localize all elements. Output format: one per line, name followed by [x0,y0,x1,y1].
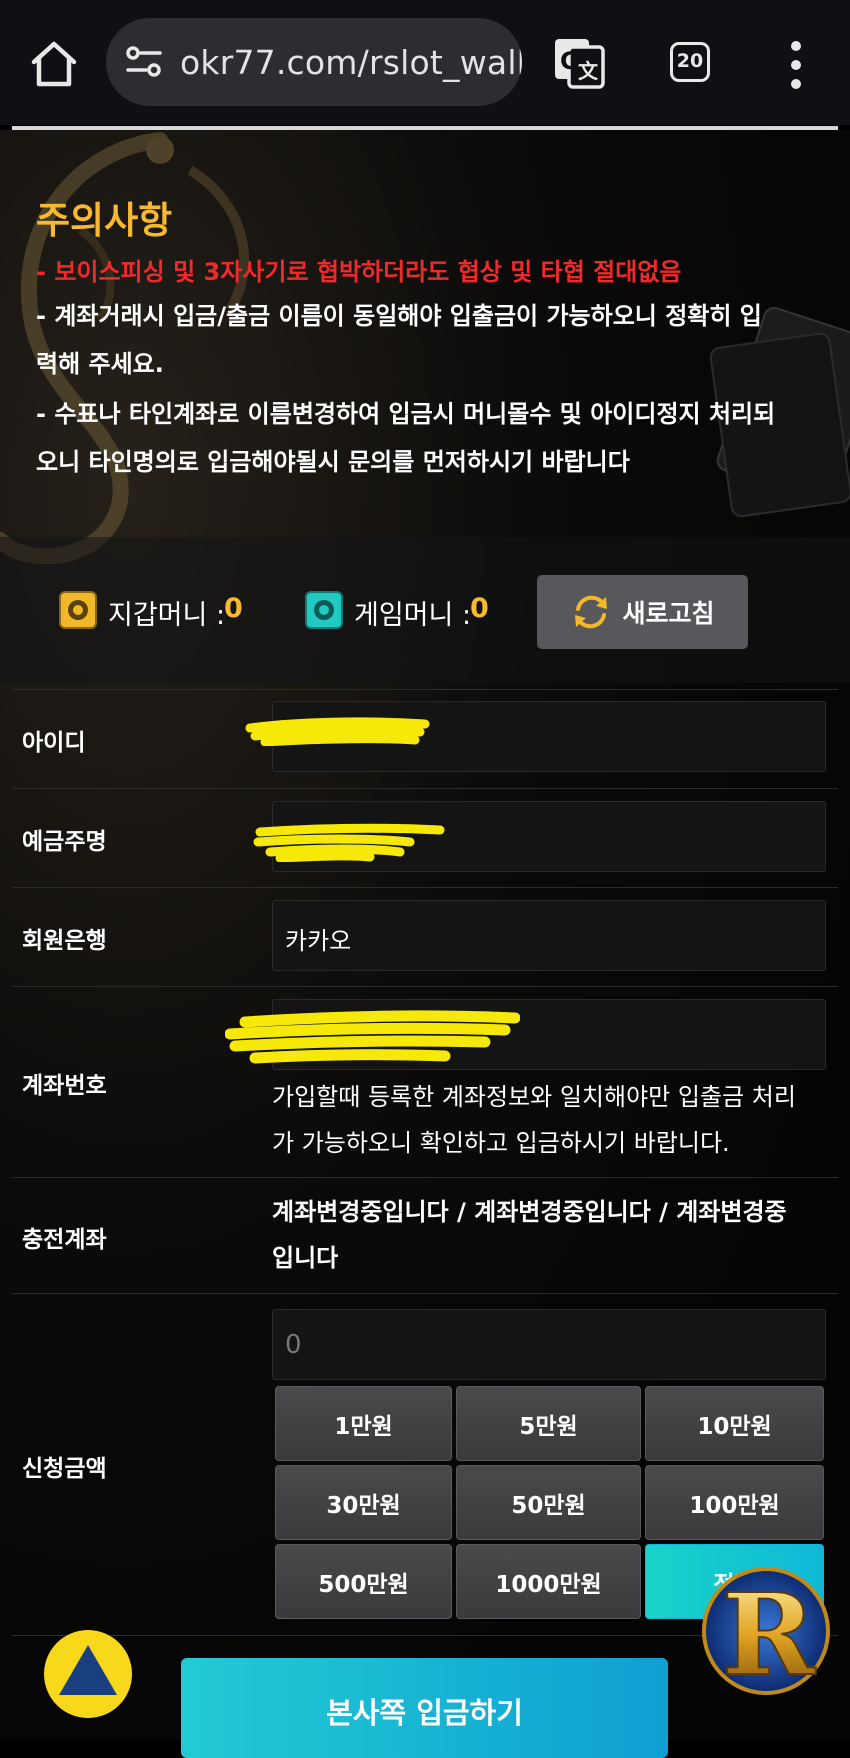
row-divider [12,788,838,789]
charge-account-text: 계좌변경중입니다 / 계좌변경중입니다 / 계좌변경중 [272,1198,787,1226]
redaction-scribble [225,1010,520,1064]
notice-line: - 계좌거래시 입금/출금 이름이 동일해야 입출금이 가능하오니 정확히 입 [36,302,762,330]
row-divider [12,1177,838,1178]
charge-account-text: 입니다 [272,1244,339,1272]
notice-warning: - 보이스피싱 및 3자사기로 협박하더라도 협상 및 타협 절대없음 [36,258,682,286]
amount-button-50[interactable]: 50만원 [456,1465,641,1540]
home-icon[interactable] [28,38,80,90]
bank-field[interactable]: 카카오 [272,900,826,971]
row-divider [12,1293,838,1294]
notice-line: - 수표나 타인계좌로 이름변경하여 입금시 머니몰수 및 아이디정지 처리되 [36,400,776,428]
wallet-money-value: 0 [224,593,243,624]
id-label: 아이디 [22,730,86,756]
url-text[interactable]: okr77.com/rslot_walle [180,43,522,82]
notice-line: 오니 타인명의로 입금해야될시 문의를 먼저하시기 바랍니다 [36,448,630,476]
redaction-scribble [253,823,445,862]
game-money-icon [305,591,343,629]
row-divider [12,689,838,690]
amount-button-30[interactable]: 30만원 [275,1465,452,1540]
game-money-label: 게임머니 : [354,600,472,631]
account-hint: 가입할때 등록한 계좌정보와 일치해야만 입출금 처리 [272,1083,796,1111]
wallet-icon [59,591,97,629]
game-money-value: 0 [470,593,489,624]
svg-text:R: R [722,1570,816,1696]
row-divider [12,986,838,987]
r-logo[interactable]: R [700,1566,832,1696]
notice-title: 주의사항 [36,199,173,242]
charge-account-label: 충전계좌 [22,1227,107,1253]
bank-label: 회원은행 [22,928,107,954]
amount-button-10[interactable]: 10만원 [645,1386,824,1461]
wallet-money-label: 지갑머니 : [108,600,226,631]
deposit-button-label: 본사쪽 입금하기 [326,1696,523,1730]
scroll-top-icon [59,1645,117,1695]
row-divider [12,887,838,888]
amount-button-500[interactable]: 500만원 [275,1544,452,1619]
translate-icon[interactable]: G 文 [552,36,606,90]
amount-button-5[interactable]: 5만원 [456,1386,641,1461]
amount-button-1000[interactable]: 1000만원 [456,1544,641,1619]
bank-value: 카카오 [285,927,352,955]
svg-text:文: 文 [578,59,599,83]
svg-text:G: G [560,47,580,75]
amount-button-100[interactable]: 100만원 [645,1465,824,1540]
redaction-scribble [245,717,430,746]
refresh-icon [575,595,608,629]
amount-placeholder: 0 [285,1330,302,1360]
address-bar[interactable]: okr77.com/rslot_walle [106,18,522,106]
refresh-button[interactable]: 새로고침 [537,575,748,649]
amount-label: 신청금액 [22,1456,107,1482]
refresh-label: 새로고침 [622,599,715,628]
tabs-icon[interactable]: 20 [670,42,710,82]
amount-input[interactable]: 0 [272,1309,826,1380]
scroll-top-button[interactable] [44,1630,132,1718]
account-label: 계좌번호 [22,1073,107,1099]
account-hint: 가 가능하오니 확인하고 입금하시기 바랍니다. [272,1129,730,1157]
depositor-label: 예금주명 [22,829,107,855]
more-menu-icon[interactable] [786,40,806,90]
browser-toolbar: okr77.com/rslot_walle G 文 20 [0,0,850,125]
deposit-button[interactable]: 본사쪽 입금하기 [181,1658,668,1758]
amount-button-1[interactable]: 1만원 [275,1386,452,1461]
site-settings-icon[interactable] [122,40,166,84]
notice-line: 력해 주세요. [36,350,164,378]
